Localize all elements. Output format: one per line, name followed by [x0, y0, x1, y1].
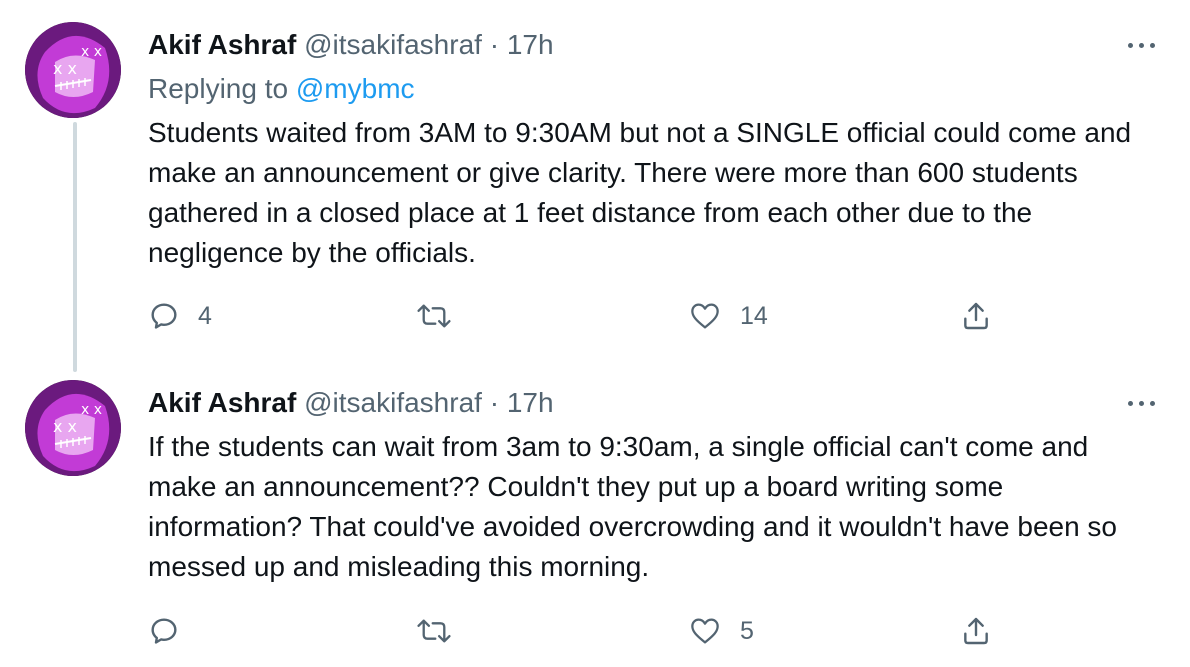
retweet-button[interactable] [416, 296, 470, 336]
timestamp[interactable]: 17h [507, 29, 554, 60]
reply-button[interactable]: 4 [148, 296, 212, 336]
more-horizontal-icon [1128, 401, 1133, 406]
replying-to: Replying to @mybmc [148, 72, 415, 106]
more-options-button[interactable] [1124, 30, 1160, 60]
heart-icon [691, 618, 719, 644]
author-name[interactable]: Akif Ashraf [148, 29, 296, 60]
retweet-icon [417, 619, 451, 643]
share-button[interactable] [960, 296, 992, 336]
tweet-actions: 5 [148, 611, 1008, 651]
author-handle[interactable]: @itsakifashraf [304, 29, 482, 60]
avatar[interactable]: x x x x [25, 380, 121, 476]
reply-count: 4 [198, 301, 212, 330]
svg-text:x x: x x [53, 417, 77, 436]
like-count: 5 [740, 616, 754, 645]
replying-to-handle-link[interactable]: @mybmc [296, 73, 415, 104]
thread-connector-line [73, 122, 77, 372]
like-button[interactable]: 5 [688, 611, 754, 651]
separator-dot: · [489, 29, 500, 60]
reply-button[interactable] [148, 611, 198, 651]
tweet-header: Akif Ashraf @itsakifashraf · 17h [148, 386, 554, 420]
svg-text:x x: x x [81, 44, 102, 60]
more-options-button[interactable] [1124, 388, 1160, 418]
like-button[interactable]: 14 [688, 296, 768, 336]
tweet-actions: 4 14 [148, 296, 1008, 336]
like-count: 14 [740, 301, 768, 330]
share-icon [964, 617, 988, 645]
tweet-text: If the students can wait from 3am to 9:3… [148, 431, 1118, 582]
svg-text:x x: x x [81, 402, 102, 418]
author-handle[interactable]: @itsakifashraf [304, 387, 482, 418]
avatar[interactable]: x x x x [25, 22, 121, 118]
reply-icon [151, 303, 177, 329]
reply-icon [151, 618, 177, 644]
retweet-icon [417, 304, 451, 328]
tweet-header: Akif Ashraf @itsakifashraf · 17h [148, 28, 554, 62]
more-horizontal-icon [1128, 43, 1133, 48]
separator-dot: · [489, 387, 500, 418]
share-button[interactable] [960, 611, 992, 651]
timestamp[interactable]: 17h [507, 387, 554, 418]
replying-to-label: Replying to [148, 73, 289, 104]
tweet-text: Students waited from 3AM to 9:30AM but n… [148, 117, 1132, 268]
svg-text:x x: x x [53, 59, 77, 78]
share-icon [964, 302, 988, 330]
retweet-button[interactable] [416, 611, 470, 651]
author-name[interactable]: Akif Ashraf [148, 387, 296, 418]
heart-icon [691, 303, 719, 329]
